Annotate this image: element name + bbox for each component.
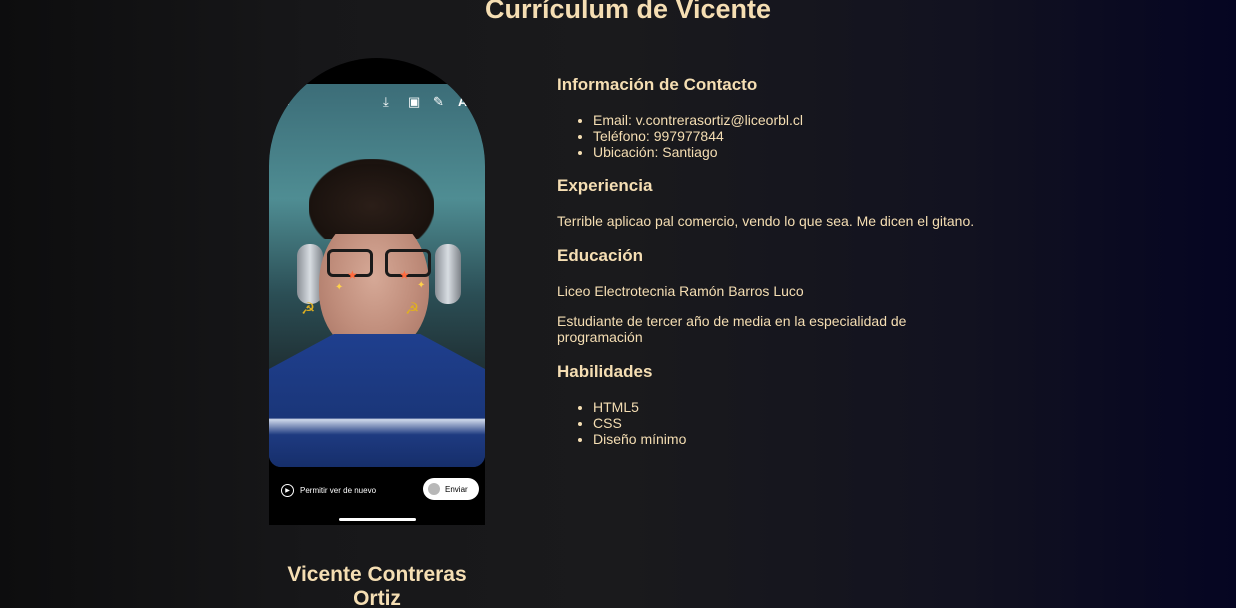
text-icon[interactable]: A	[458, 94, 467, 109]
education-heading: Educación	[557, 246, 643, 265]
page-title: Currículum de Vicente	[484, 0, 772, 24]
home-indicator	[339, 518, 416, 521]
story-footer: ▶ Permitir ver de nuevo Enviar	[269, 467, 485, 525]
back-icon[interactable]: ‹	[285, 94, 289, 109]
glasses	[327, 249, 431, 279]
avatar	[428, 483, 440, 495]
star-icon: ★	[399, 268, 410, 282]
education-detail: Estudiante de tercer año de media en la …	[557, 313, 907, 345]
draw-icon[interactable]: ✎	[433, 94, 444, 110]
star-icon: ✦	[335, 282, 344, 293]
download-icon[interactable]: ⤓	[383, 94, 389, 110]
experience-text: Terrible aplicao pal comercio, vendo lo …	[557, 213, 975, 229]
skill-item: CSS	[593, 415, 686, 431]
contact-phone: Teléfono: 997977844	[593, 128, 803, 144]
hammer-sickle-icon: ☭	[301, 301, 316, 318]
contact-location: Ubicación: Santiago	[593, 144, 803, 160]
replay-toggle[interactable]: ▶ Permitir ver de nuevo	[281, 484, 376, 497]
skills-heading: Habilidades	[557, 362, 653, 381]
skill-item: Diseño mínimo	[593, 431, 686, 447]
star-icon: ★	[347, 268, 358, 282]
contact-email: Email: v.contrerasortiz@liceorbl.cl	[593, 112, 803, 128]
hammer-sickle-icon: ☭	[405, 301, 420, 318]
contact-list: Email: v.contrerasortiz@liceorbl.cl Telé…	[593, 112, 803, 160]
profile-name: Vicente Contreras Ortiz	[287, 563, 467, 608]
sticker-icon[interactable]: ▣	[408, 94, 420, 110]
headphone	[435, 244, 461, 304]
experience-heading: Experiencia	[557, 176, 653, 195]
story-toolbar: ‹ ⤓ ▣ ✎ A	[269, 94, 485, 112]
replay-label: Permitir ver de nuevo	[300, 486, 377, 495]
send-label: Enviar	[445, 484, 468, 494]
education-school: Liceo Electrotecnia Ramón Barros Luco	[557, 283, 804, 299]
jacket	[269, 334, 485, 467]
photo-scene: ☭ ☭ ★ ★ ✦ ✦	[269, 84, 485, 467]
contact-heading: Información de Contacto	[557, 75, 758, 94]
skills-list: HTML5 CSS Diseño mínimo	[593, 399, 686, 447]
star-icon: ✦	[417, 280, 426, 291]
skill-item: HTML5	[593, 399, 686, 415]
profile-photo: ☭ ☭ ★ ★ ✦ ✦ ‹ ⤓ ▣ ✎ A ▶ Permitir ver de …	[269, 58, 485, 525]
send-button[interactable]: Enviar	[423, 478, 479, 500]
play-icon: ▶	[281, 484, 294, 497]
